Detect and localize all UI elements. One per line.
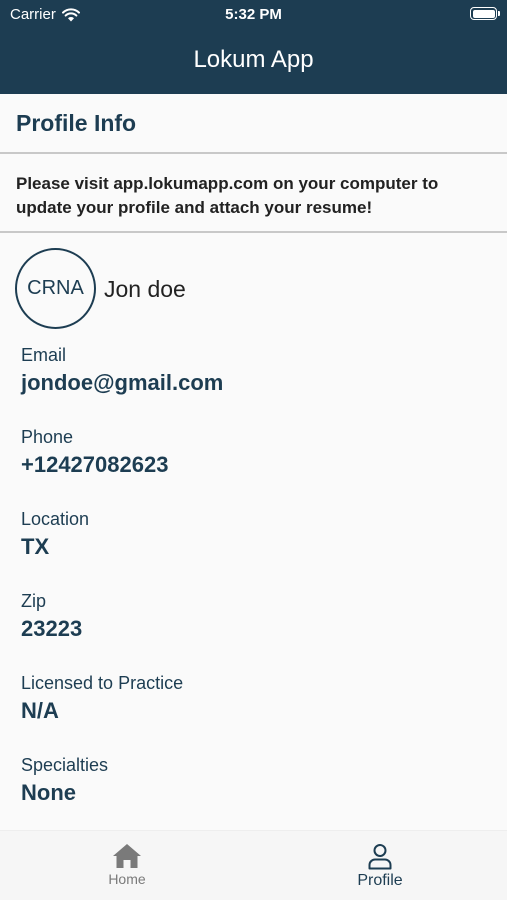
- license-label: Licensed to Practice: [21, 673, 184, 693]
- location-value: TX: [21, 534, 50, 559]
- zip-label: Zip: [21, 591, 47, 611]
- section-header: Profile Info: [0, 94, 507, 154]
- zip-field: Zip 23223: [21, 590, 82, 643]
- phone-value: +12427082623: [21, 452, 169, 477]
- app-title: Lokum App: [193, 46, 314, 73]
- location-label: Location: [21, 509, 90, 529]
- home-icon: [113, 844, 141, 868]
- section-title: Profile Info: [16, 110, 137, 136]
- status-bar: Carrier 5:32 PM: [0, 0, 507, 30]
- person-icon: [368, 844, 392, 870]
- status-time: 5:32 PM: [225, 6, 282, 23]
- zip-value: 23223: [21, 616, 83, 641]
- profile-update-notice: Please visit app.lokumapp.com on your co…: [0, 156, 507, 233]
- phone-label: Phone: [21, 427, 74, 447]
- avatar: CRNA: [15, 248, 96, 329]
- phone-field: Phone +12427082623: [21, 426, 168, 479]
- user-name: Jon doe: [104, 276, 186, 302]
- tab-home[interactable]: Home: [67, 843, 187, 887]
- tab-profile-label: Profile: [357, 872, 403, 889]
- specialties-field: Specialties None: [21, 754, 108, 807]
- tab-home-label: Home: [108, 871, 146, 887]
- app-header: Carrier 5:32 PM Lokum App: [0, 0, 507, 94]
- email-label: Email: [21, 345, 67, 365]
- location-field: Location TX: [21, 508, 89, 561]
- specialties-value: None: [21, 780, 76, 805]
- license-value: N/A: [21, 698, 59, 723]
- battery-icon: [470, 7, 500, 20]
- tab-profile[interactable]: Profile: [320, 843, 440, 890]
- notice-text: Please visit app.lokumapp.com on your co…: [16, 174, 439, 217]
- specialties-label: Specialties: [21, 755, 109, 775]
- email-field: Email jondoe@gmail.com: [21, 344, 223, 397]
- license-field: Licensed to Practice N/A: [21, 672, 183, 725]
- tab-bar: Home Profile: [0, 830, 507, 900]
- email-value: jondoe@gmail.com: [21, 370, 224, 395]
